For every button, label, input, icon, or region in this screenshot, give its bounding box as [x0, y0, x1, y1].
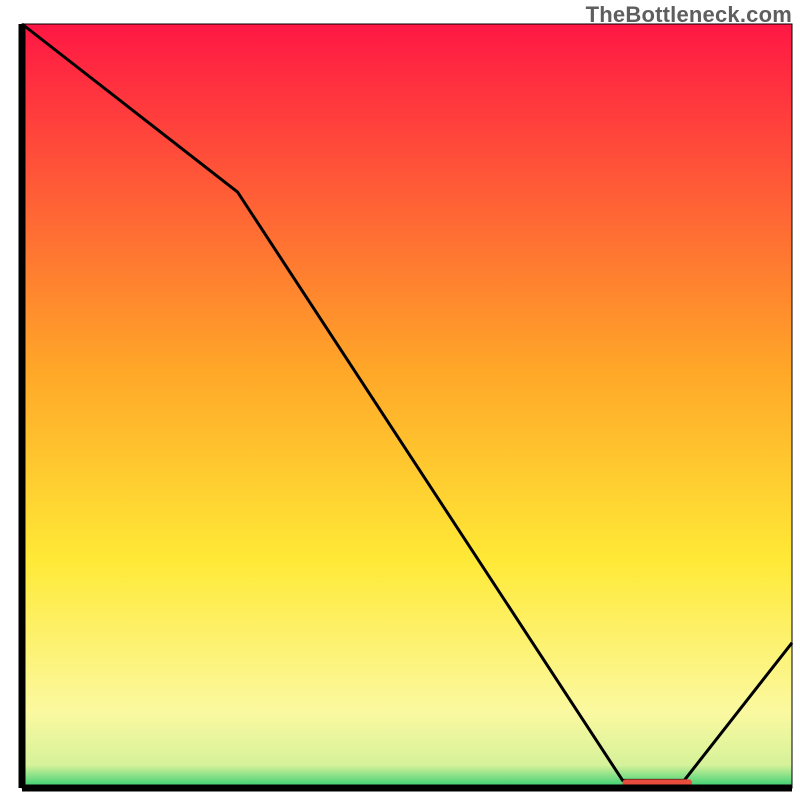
bottleneck-chart — [0, 0, 800, 800]
chart-container: TheBottleneck.com — [0, 0, 800, 800]
watermark-text: TheBottleneck.com — [586, 2, 792, 28]
chart-background — [22, 24, 792, 788]
